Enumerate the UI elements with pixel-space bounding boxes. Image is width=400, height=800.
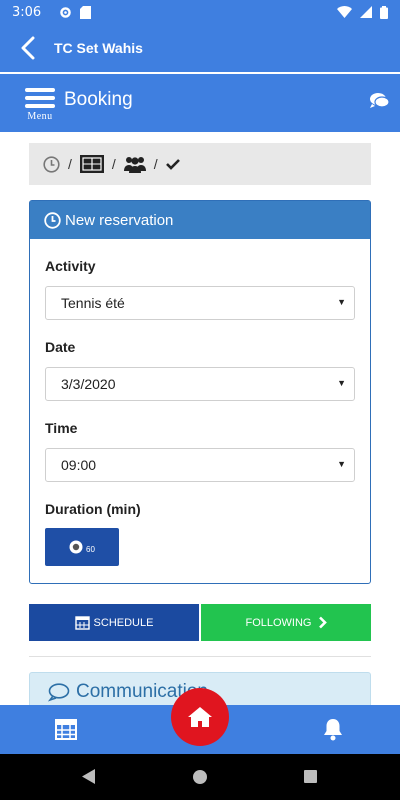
battery-icon [380,5,388,19]
date-label: Date [45,339,76,355]
home-icon [188,707,212,727]
menu-button[interactable]: Menu [22,84,58,122]
sd-card-icon [80,5,92,19]
status-time: 3:06 [12,4,42,20]
chevron-down-icon: ▼ [337,378,346,388]
step-separator: / [153,156,158,172]
bottom-nav-calendar[interactable] [54,717,78,746]
back-arrow-icon [21,36,35,60]
calendar-icon [74,616,90,630]
booking-steps: / / / [29,143,371,185]
clock-step-icon[interactable] [43,155,60,173]
booking-header: Menu Booking [0,74,400,132]
bell-icon [324,719,342,741]
following-button[interactable]: FOLLOWING [201,604,371,641]
comment-icon [48,682,70,702]
bottom-nav-notifications[interactable] [321,717,345,747]
reservation-panel: New reservation Activity Tennis été ▼ Da… [29,200,371,584]
step-separator: / [111,156,116,172]
back-button[interactable] [14,30,42,66]
schedule-label: SCHEDULE [93,616,154,629]
duration-option-button[interactable]: 60 [45,528,119,566]
settings-icon [60,6,71,18]
court-step-icon[interactable] [79,155,104,173]
signal-icon [360,6,372,18]
app-bar: TC Set Wahis [0,24,400,72]
divider [29,656,371,657]
activity-select[interactable]: Tennis été ▼ [45,286,355,320]
date-value: 3/3/2020 [61,376,116,392]
reservation-title: New reservation [65,211,174,229]
schedule-button[interactable]: SCHEDULE [29,604,199,641]
chat-button[interactable] [369,92,390,114]
page-title: Booking [64,89,133,110]
chevron-down-icon: ▼ [337,297,346,307]
date-select[interactable]: 3/3/2020 ▼ [45,367,355,401]
system-recents-icon[interactable] [304,770,317,783]
time-value: 09:00 [61,457,97,473]
reservation-panel-header: New reservation [30,201,370,239]
following-label: FOLLOWING [245,616,312,629]
clock-icon [44,211,61,229]
home-button[interactable] [171,688,229,746]
radio-selected-icon [69,540,83,554]
players-step-icon[interactable] [123,155,146,173]
chat-icon [370,93,390,108]
time-label: Time [45,420,78,436]
system-back-icon[interactable] [82,769,96,784]
chevron-right-icon [318,616,327,629]
duration-label: Duration (min) [45,501,141,517]
duration-value: 60 [86,545,95,554]
calendar-icon [55,719,77,740]
action-buttons: SCHEDULE FOLLOWING [29,604,371,641]
chevron-down-icon: ▼ [337,459,346,469]
status-bar: 3:06 [0,0,400,24]
hamburger-icon [25,84,55,112]
check-step-icon[interactable] [165,158,180,170]
menu-label: Menu [27,111,53,122]
system-home-icon[interactable] [193,770,207,784]
system-nav-bar [0,754,400,800]
activity-label: Activity [45,258,96,274]
time-select[interactable]: 09:00 ▼ [45,448,355,482]
step-separator: / [68,156,72,172]
activity-value: Tennis été [61,295,125,311]
app-title: TC Set Wahis [54,40,143,56]
wifi-icon [337,6,352,18]
